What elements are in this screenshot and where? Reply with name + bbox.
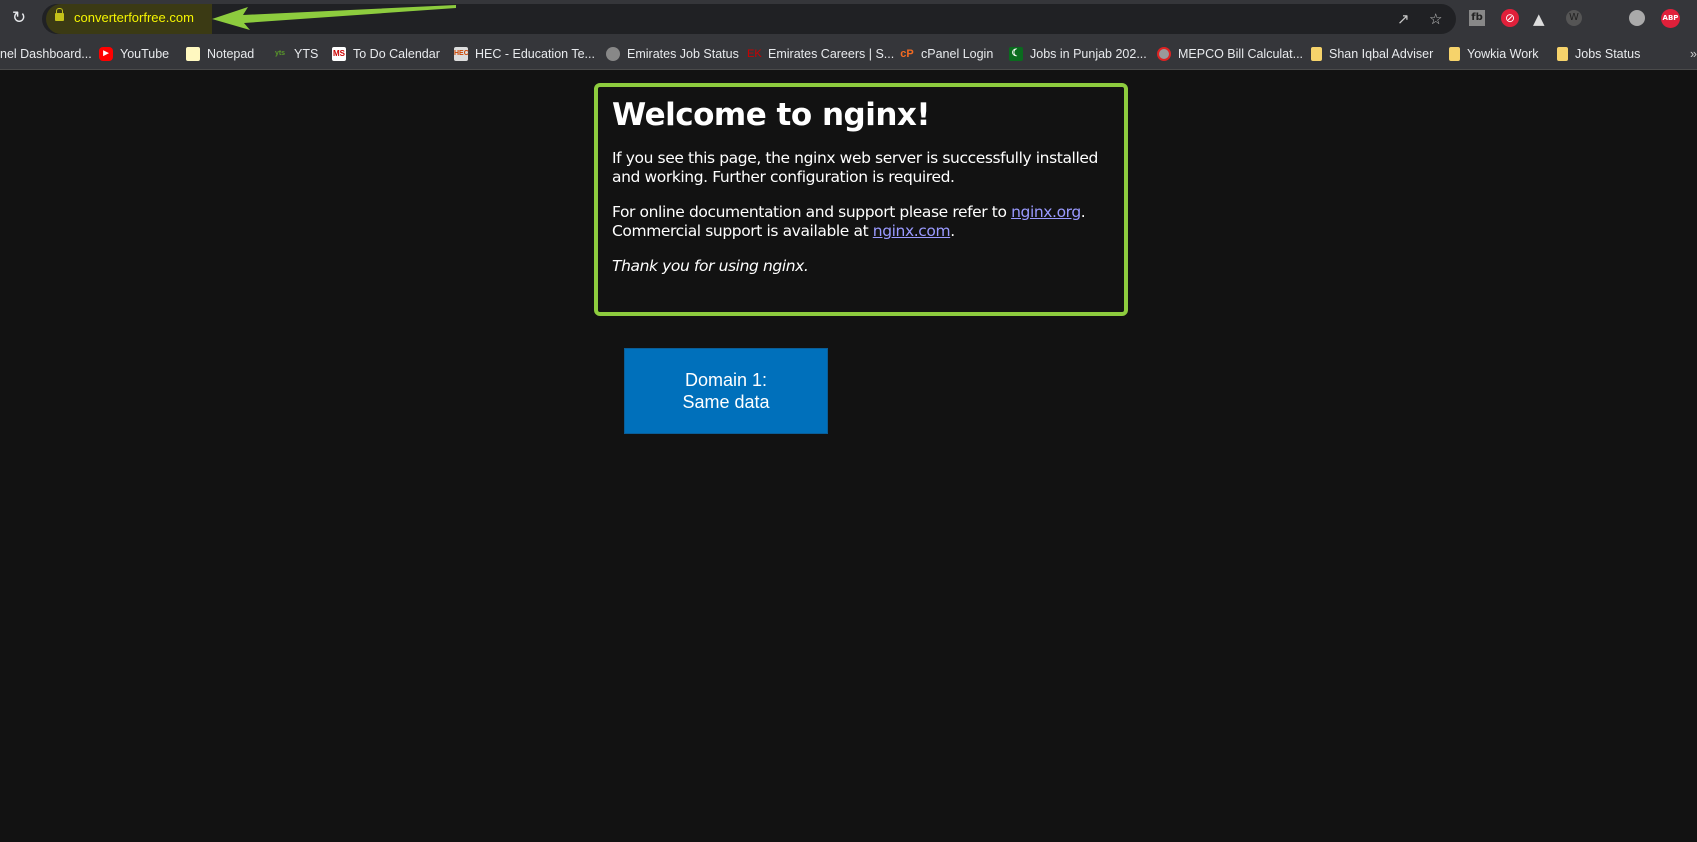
bookmarks-bar: nel Dashboard... ▶ YouTube Notepad yts YTS… <box>0 38 1697 70</box>
hec-icon: HEC <box>454 47 469 61</box>
bookmark-item[interactable]: Notepad <box>186 38 254 70</box>
folder-icon <box>1449 47 1460 61</box>
extension-opera-icon[interactable]: ⊘ <box>1501 9 1519 27</box>
share-icon[interactable]: ↗ <box>1397 9 1410 29</box>
globe-icon <box>606 47 620 61</box>
adblock-plus-icon[interactable]: ABP <box>1661 9 1680 28</box>
bookmark-label: nel Dashboard... <box>0 47 92 61</box>
page-title: Welcome to nginx! <box>612 97 931 133</box>
bookmark-item[interactable]: MS To Do Calendar <box>332 38 440 70</box>
reload-icon[interactable]: ↻ <box>9 8 29 28</box>
more-bookmarks-icon[interactable]: » <box>1690 38 1697 70</box>
notepad-icon <box>186 47 200 61</box>
support-paragraph: For online documentation and support ple… <box>612 203 1110 241</box>
bookmark-label: cPanel Login <box>921 47 994 61</box>
annotation-line: Domain 1: <box>684 370 768 390</box>
text: For online documentation and support ple… <box>612 203 1012 221</box>
text: Commercial support is available at <box>612 222 873 240</box>
extension-triangle-icon[interactable]: ▲ <box>1533 9 1545 29</box>
ek-icon: EK <box>747 48 762 60</box>
intro-paragraph: If you see this page, the nginx web serv… <box>612 149 1098 186</box>
nginx-org-link[interactable]: nginx.org <box>1011 203 1081 221</box>
thanks-text: Thank you for using nginx. <box>612 257 809 275</box>
star-icon[interactable]: ☆ <box>1429 9 1442 29</box>
globe-icon[interactable] <box>1629 10 1645 26</box>
bookmark-item[interactable]: Emirates Job Status <box>606 38 739 70</box>
bookmark-label: Jobs in Punjab 202... <box>1030 47 1147 61</box>
bookmark-label: Jobs Status <box>1575 47 1641 61</box>
bookmark-label: Emirates Careers | S... <box>768 47 895 61</box>
text: . <box>1080 203 1086 221</box>
bookmark-label: Emirates Job Status <box>627 47 739 61</box>
mepco-icon <box>1157 47 1171 61</box>
bookmark-item[interactable]: nel Dashboard... <box>0 38 92 70</box>
browser-toolbar: ↻ converterforfree.com ↗ ☆ fb ⊘ ▲ W ABP <box>0 0 1697 38</box>
thanks-paragraph: Thank you for using nginx. <box>612 257 1110 276</box>
bookmark-item[interactable]: cP cPanel Login <box>900 38 993 70</box>
bookmark-item[interactable]: HEC HEC - Education Te... <box>454 38 595 70</box>
yts-icon: yts <box>274 50 286 57</box>
url-text[interactable]: converterforfree.com <box>74 10 194 25</box>
youtube-icon: ▶ <box>99 47 113 61</box>
bookmark-label: Yowkia Work <box>1467 47 1539 61</box>
annotation-line: Same data <box>682 392 770 412</box>
lock-icon[interactable] <box>55 8 64 21</box>
annotation-arrow <box>212 5 456 30</box>
bookmark-item[interactable]: EK Emirates Careers | S... <box>747 38 894 70</box>
bookmark-item[interactable]: MEPCO Bill Calculat... <box>1157 38 1303 70</box>
bookmark-label: Notepad <box>207 47 255 61</box>
bookmark-item[interactable]: Shan Iqbal Adviser <box>1311 38 1433 70</box>
bookmark-item[interactable]: Yowkia Work <box>1449 38 1539 70</box>
extension-tb-icon[interactable]: fb <box>1469 10 1485 26</box>
nginx-com-link[interactable]: nginx.com <box>873 222 951 240</box>
wordpress-icon[interactable]: W <box>1566 10 1582 26</box>
folder-icon <box>1557 47 1568 61</box>
nginx-welcome-box: Welcome to nginx! If you see this page, … <box>594 83 1128 316</box>
bookmark-label: YTS <box>294 47 319 61</box>
calendar-icon: MS <box>332 47 346 61</box>
bookmark-label: MEPCO Bill Calculat... <box>1178 47 1304 61</box>
domain-annotation-box: Domain 1: Same data <box>624 348 828 434</box>
bookmark-label: Shan Iqbal Adviser <box>1329 47 1434 61</box>
bookmark-item[interactable]: Jobs Status <box>1557 38 1640 70</box>
bookmark-item[interactable]: ☾ Jobs in Punjab 202... <box>1009 38 1147 70</box>
folder-icon <box>1311 47 1322 61</box>
pakistan-flag-icon: ☾ <box>1009 47 1023 61</box>
bookmark-label: To Do Calendar <box>353 47 440 61</box>
text: . <box>950 222 955 240</box>
bookmark-label: YouTube <box>120 47 170 61</box>
bookmark-label: HEC - Education Te... <box>475 47 595 61</box>
cpanel-icon: cP <box>900 48 914 60</box>
bookmark-item[interactable]: ▶ YouTube <box>99 38 169 70</box>
bookmark-item[interactable]: yts YTS <box>273 38 318 70</box>
